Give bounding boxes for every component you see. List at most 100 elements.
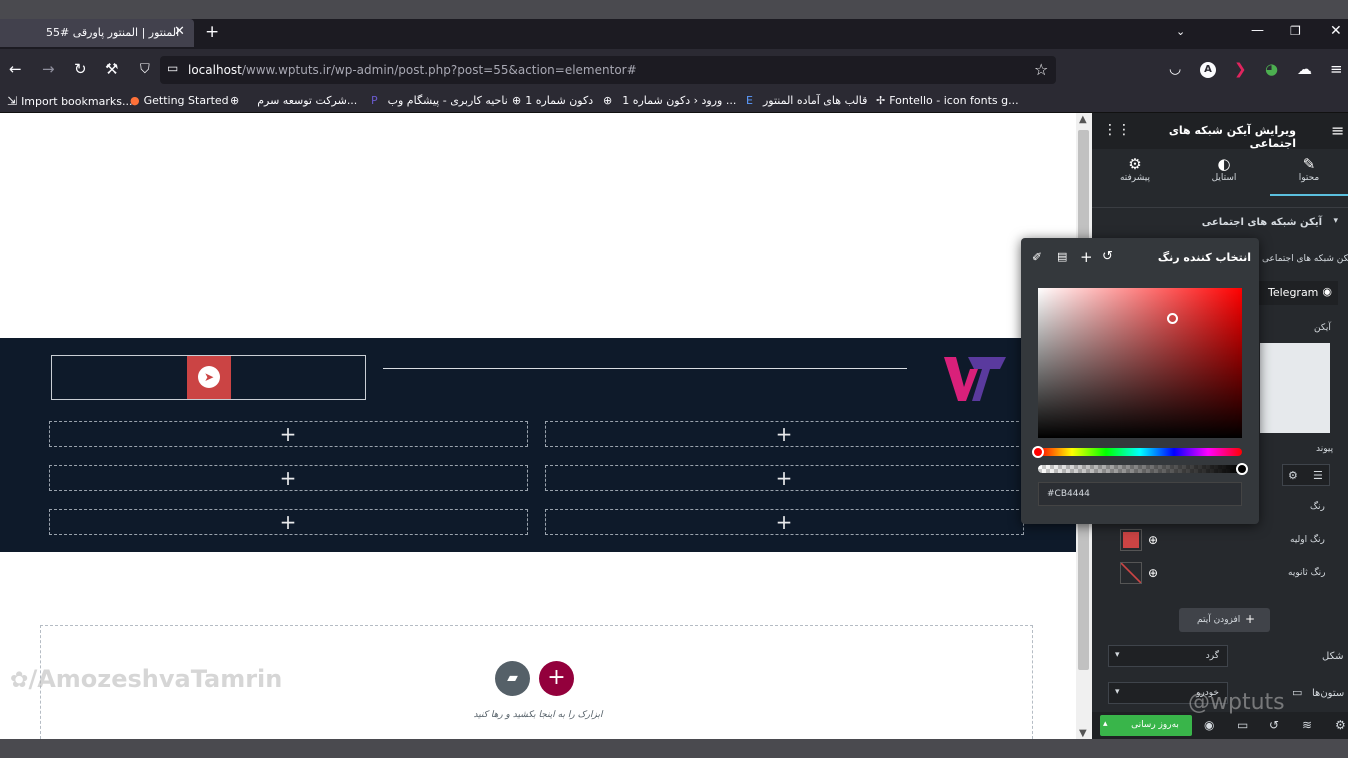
back-icon[interactable]: ← — [9, 62, 22, 77]
watermark-logo-icon: ✿ — [10, 668, 29, 693]
preview-eye-icon[interactable]: ◉ — [1204, 718, 1214, 732]
menu-icon[interactable]: ≡ — [1330, 62, 1343, 77]
caret-up-icon[interactable]: ▴ — [1103, 719, 1108, 729]
update-button[interactable]: ▴ به‌روز رسانی — [1100, 715, 1192, 736]
global-icon[interactable]: ⊕ — [1148, 533, 1158, 547]
caret-down-icon: ▾ — [1333, 216, 1338, 226]
bookmark-6[interactable]: ⊕ ورود ‹ دکون شماره 1 ... — [603, 94, 736, 107]
elementor-icon: E — [746, 94, 753, 107]
history-icon[interactable]: ↺ — [1269, 718, 1279, 732]
gear-icon[interactable]: ⚙ — [1288, 469, 1298, 482]
saturation-area[interactable] — [1038, 288, 1242, 438]
gear-icon: ⚙ — [1128, 155, 1142, 173]
forward-icon[interactable]: → — [42, 62, 55, 77]
scroll-up-icon[interactable]: ▲ — [1079, 114, 1087, 125]
color-label: رنگ — [1310, 502, 1325, 512]
browser-tab[interactable]: المنتور | المنتور پاورقی #55 ✕ — [0, 19, 194, 47]
telegram-item-icon: ◉ — [1322, 285, 1332, 298]
telegram-icon: ➤ — [198, 366, 220, 388]
folder-icon: ▰ — [507, 670, 518, 686]
pocket-icon[interactable]: ◡ — [1169, 62, 1181, 76]
pishgam-icon: P — [371, 94, 378, 107]
add-widget-icon[interactable]: + — [774, 424, 794, 444]
repeater-label: آیکن شبکه های اجتماعی — [1262, 254, 1348, 264]
shape-select[interactable]: ▾ گرد — [1108, 645, 1228, 667]
select-caret-icon: ▾ — [1115, 650, 1120, 660]
window-top-strip — [0, 0, 1348, 19]
close-tab-icon[interactable]: ✕ — [174, 24, 185, 39]
add-widget-icon[interactable]: + — [774, 468, 794, 488]
extension-colorful-icon[interactable]: ◕ — [1265, 62, 1278, 77]
bookmark-getting-started[interactable]: ● Getting Started — [130, 94, 229, 107]
add-color-icon[interactable]: + — [1080, 248, 1093, 266]
reset-icon[interactable]: ↺ — [1102, 249, 1113, 264]
tab-bar — [0, 19, 1348, 49]
globe-icon: ⊕ — [603, 94, 613, 107]
reload-icon[interactable]: ↻ — [74, 62, 87, 77]
close-window-icon[interactable]: ✕ — [1330, 24, 1342, 38]
add-widget-icon[interactable]: + — [774, 512, 794, 532]
add-section-button[interactable]: + — [539, 661, 574, 696]
tab-title: المنتور | المنتور پاورقی #55 — [46, 26, 180, 39]
tracking-protection-icon[interactable]: ⚒ — [105, 62, 118, 77]
contrast-icon: ◐ — [1217, 155, 1231, 173]
hue-handle[interactable] — [1032, 446, 1044, 458]
tab-style[interactable]: ◐ استایل — [1188, 155, 1260, 195]
restore-icon[interactable]: ❐ — [1290, 25, 1301, 37]
extension-arrow-icon[interactable]: ❯ — [1234, 62, 1247, 77]
primary-color-swatch[interactable] — [1120, 529, 1142, 551]
link-options[interactable]: ⚙ ☰ — [1282, 464, 1330, 486]
url-bar[interactable]: ⛉ ▭ localhost/www.wptuts.ir/wp-admin/pos… — [140, 56, 1056, 84]
global-icon[interactable]: ⊕ — [1148, 566, 1158, 580]
tab-content[interactable]: ✎ محتوا — [1270, 150, 1348, 196]
plus-icon: + — [1245, 612, 1256, 626]
add-widget-icon[interactable]: + — [278, 424, 298, 444]
opacity-handle[interactable] — [1236, 463, 1248, 475]
add-template-button[interactable]: ▰ — [495, 661, 530, 696]
trash-icon[interactable]: ▤ — [1057, 250, 1067, 263]
bookmark-star-icon[interactable]: ☆ — [1034, 60, 1048, 79]
divider-line — [383, 368, 907, 369]
select-caret-icon: ▾ — [1115, 687, 1120, 697]
navigator-layers-icon[interactable]: ≋ — [1302, 718, 1312, 732]
primary-color-label: رنگ اولیه — [1290, 535, 1325, 545]
url-host: localhost — [188, 63, 242, 77]
hue-slider[interactable] — [1038, 448, 1242, 456]
dynamic-tags-icon[interactable]: ☰ — [1313, 469, 1323, 482]
link-label: پیوند — [1316, 444, 1334, 454]
extension-cloud-icon[interactable]: ☁ — [1297, 62, 1312, 77]
account-icon[interactable]: A — [1200, 62, 1216, 78]
color-handle[interactable] — [1167, 313, 1178, 324]
secondary-color-label: رنگ ثانویه — [1288, 568, 1326, 578]
bookmark-7[interactable]: E قالب های آماده المنتور — [746, 94, 867, 107]
shield-icon[interactable]: ⛉ — [140, 62, 150, 77]
minimize-icon[interactable]: — — [1251, 24, 1264, 37]
eyedropper-icon[interactable]: ✐ — [1032, 250, 1042, 264]
bookmark-import[interactable]: ⇲ Import bookmarks... — [7, 94, 132, 108]
hex-input[interactable]: #CB4444 — [1038, 482, 1242, 506]
repeater-item[interactable]: Telegram ◉ — [1258, 281, 1338, 305]
telegram-button[interactable]: ➤ — [187, 356, 231, 399]
plus-icon: + — [547, 665, 566, 690]
add-item-button[interactable]: + افزودن آیتم — [1179, 608, 1270, 632]
secondary-color-swatch[interactable] — [1120, 562, 1142, 584]
new-tab-icon[interactable]: + — [205, 24, 219, 41]
columns-label: ستون‌ها — [1312, 688, 1345, 699]
responsive-icon[interactable]: ▭ — [1237, 718, 1248, 732]
bookmark-5[interactable]: ⊕ دکون شماره 1 — [512, 94, 593, 107]
settings-gear-icon[interactable]: ⚙ — [1335, 718, 1346, 732]
desktop-icon[interactable]: ▭ — [1292, 686, 1302, 699]
opacity-slider[interactable] — [1038, 465, 1242, 473]
add-widget-icon[interactable]: + — [278, 468, 298, 488]
widgets-grid-icon[interactable]: ⋮⋮ — [1103, 122, 1131, 138]
bookmark-8[interactable]: ✢ Fontello - icon fonts g... — [876, 94, 1019, 107]
icon-preview[interactable] — [1260, 343, 1330, 433]
section-header[interactable]: آیکن شبکه های اجتماعی ▾ — [1092, 207, 1348, 237]
bookmark-4[interactable]: P ناحیه کاربری - پیشگام وب — [371, 94, 508, 107]
bookmark-3[interactable]: ⊕ شرکت توسعه سرم... — [230, 94, 357, 107]
chevron-down-icon[interactable]: ⌄ — [1176, 26, 1185, 37]
add-widget-icon[interactable]: + — [278, 512, 298, 532]
scroll-down-icon[interactable]: ▼ — [1079, 728, 1087, 739]
hamburger-icon[interactable]: ≡ — [1331, 121, 1344, 140]
tab-advanced[interactable]: ⚙ پیشرفته — [1099, 155, 1171, 195]
